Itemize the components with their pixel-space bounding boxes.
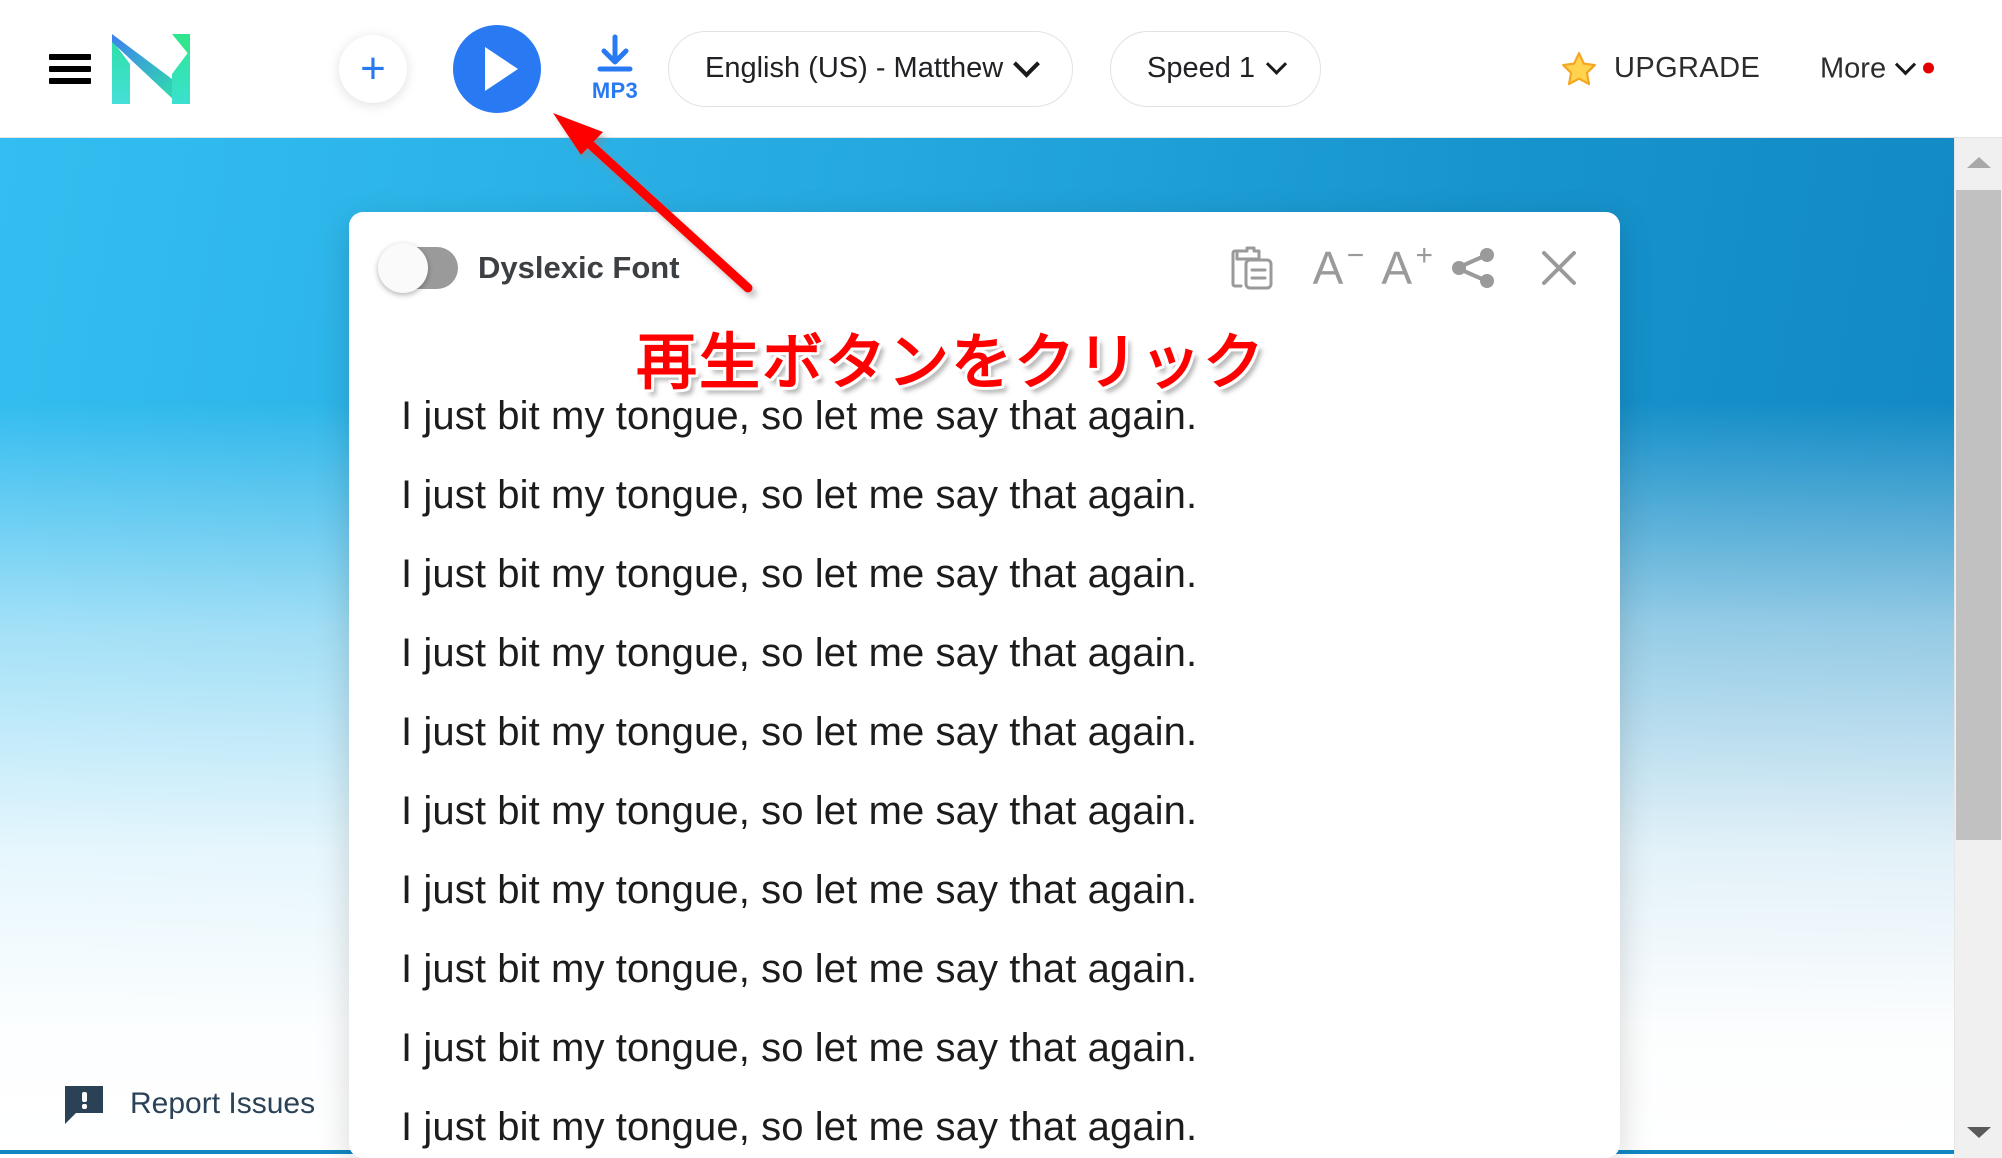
increase-font-size-glyph: A + [1381, 239, 1433, 294]
hamburger-bar [49, 65, 91, 72]
toggle-knob [378, 243, 428, 293]
dyslexic-font-toggle[interactable]: Dyslexic Font [378, 243, 680, 293]
notification-dot [1923, 62, 1935, 73]
voice-select-value: English (US) - Matthew [705, 52, 1004, 84]
more-label: More [1820, 52, 1887, 84]
hamburger-bar [49, 53, 91, 60]
reader-card-header: Dyslexic Font A − A + [349, 212, 1620, 324]
top-toolbar: + MP3 English (US) - Matthew Speed 1 UPG… [0, 0, 2002, 138]
vertical-scrollbar[interactable] [1954, 138, 2002, 1158]
upgrade-button[interactable]: UPGRADE [1560, 50, 1760, 88]
speech-bubble-alert-icon [65, 1086, 103, 1124]
text-line: I just bit my tongue, so let me say that… [401, 1105, 1198, 1149]
dyslexic-font-label: Dyslexic Font [478, 250, 680, 285]
chevron-down-icon [1894, 53, 1917, 75]
mp3-label: MP3 [591, 77, 639, 103]
scroll-down-arrow-icon[interactable] [1955, 1108, 2002, 1156]
more-menu-button[interactable]: More [1820, 52, 1935, 85]
close-icon[interactable] [1536, 245, 1582, 291]
decrease-font-size-icon[interactable]: A − [1312, 239, 1365, 294]
chevron-down-icon [1013, 50, 1041, 78]
scroll-up-triangle [1967, 156, 1991, 168]
plus-icon: + [360, 43, 386, 93]
reader-card: Dyslexic Font A − A + I just bit my tong… [349, 212, 1620, 1158]
text-line: I just bit my tongue, so let me say that… [401, 789, 1198, 833]
paste-clipboard-icon[interactable] [1229, 244, 1275, 292]
decrease-font-size-glyph: A − [1312, 239, 1365, 294]
report-issues-button[interactable]: Report Issues [62, 1082, 315, 1126]
download-mp3-button[interactable]: MP3 [578, 30, 652, 108]
text-line: I just bit my tongue, so let me say that… [401, 868, 1198, 912]
increase-font-size-icon[interactable]: A + [1381, 239, 1433, 294]
play-icon [484, 46, 518, 91]
text-line: I just bit my tongue, so let me say that… [401, 552, 1198, 596]
star-icon [1562, 51, 1596, 85]
app-root: + MP3 English (US) - Matthew Speed 1 UPG… [0, 0, 2002, 1158]
document-text-area[interactable]: I just bit my tongue, so let me say that… [349, 324, 1620, 1158]
text-line: I just bit my tongue, so let me say that… [401, 710, 1198, 754]
speed-select[interactable]: Speed 1 [1110, 30, 1322, 107]
voice-select[interactable]: English (US) - Matthew [668, 30, 1074, 107]
hamburger-bar [49, 77, 91, 84]
reader-card-toolbar: A − A + [1229, 239, 1582, 294]
scrollbar-thumb[interactable] [1956, 190, 2001, 840]
report-issues-label: Report Issues [130, 1087, 316, 1120]
text-line: I just bit my tongue, so let me say that… [401, 631, 1198, 675]
scroll-down-triangle [1967, 1126, 1991, 1138]
upgrade-label: UPGRADE [1614, 52, 1761, 84]
chevron-down-icon [1265, 53, 1288, 75]
toggle-track [378, 243, 458, 293]
play-button[interactable] [453, 24, 541, 113]
hamburger-icon[interactable] [49, 53, 91, 84]
naturalreader-logo[interactable] [110, 30, 192, 108]
text-line: I just bit my tongue, so let me say that… [401, 947, 1198, 991]
share-icon[interactable] [1450, 245, 1498, 291]
add-text-button[interactable]: + [339, 34, 407, 103]
download-icon [597, 34, 633, 71]
speed-select-value: Speed 1 [1147, 52, 1256, 84]
text-line: I just bit my tongue, so let me say that… [401, 473, 1198, 517]
text-line: I just bit my tongue, so let me say that… [401, 1026, 1198, 1070]
text-line: I just bit my tongue, so let me say that… [401, 394, 1198, 438]
scroll-up-arrow-icon[interactable] [1955, 138, 2002, 186]
